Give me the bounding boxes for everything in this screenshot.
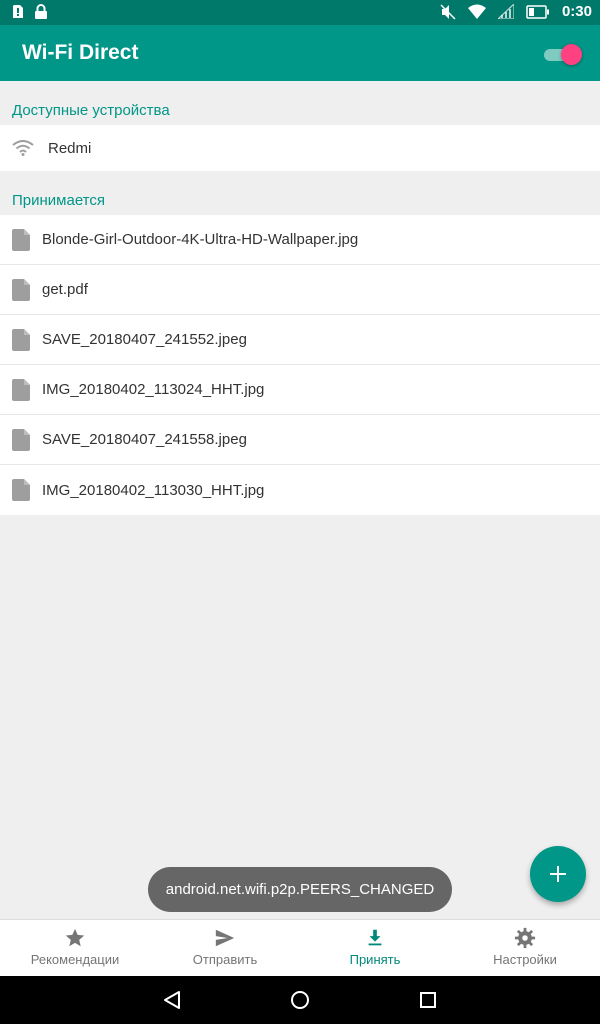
- devices-list: Redmi: [0, 125, 600, 171]
- star-icon: [65, 928, 85, 947]
- add-button[interactable]: [530, 846, 586, 902]
- device-label: Redmi: [48, 139, 92, 157]
- file-icon: [12, 228, 30, 251]
- file-name: IMG_20180402_113024_HHT.jpg: [42, 381, 265, 398]
- nav-label: Рекомендации: [30, 952, 120, 967]
- device-item-redmi[interactable]: Redmi: [0, 125, 600, 171]
- nav-item-receive[interactable]: Принять: [300, 920, 450, 976]
- status-time: 0:30: [561, 3, 592, 20]
- status-bar: 0:30: [0, 0, 600, 25]
- nav-item-recommendations[interactable]: Рекомендации: [0, 920, 150, 976]
- send-icon: [215, 929, 235, 947]
- nav-label: Отправить: [192, 952, 258, 967]
- home-icon: [291, 991, 309, 1009]
- wifi-icon: [12, 140, 34, 156]
- mute-icon: [440, 3, 456, 20]
- file-name: Blonde-Girl-Outdoor-4K-Ultra-HD-Wallpape…: [42, 231, 359, 248]
- back-button[interactable]: [160, 988, 184, 1012]
- nav-item-settings[interactable]: Настройки: [450, 920, 600, 976]
- toast-message: android.net.wifi.p2p.PEERS_CHANGED: [148, 867, 452, 912]
- file-icon: [12, 278, 30, 301]
- gear-icon: [514, 927, 536, 949]
- list-item[interactable]: Blonde-Girl-Outdoor-4K-Ultra-HD-Wallpape…: [0, 215, 600, 265]
- page-title: Wi-Fi Direct: [22, 41, 139, 64]
- plus-icon: [550, 866, 566, 882]
- recents-button[interactable]: [416, 988, 440, 1012]
- file-icon: [12, 479, 30, 501]
- file-icon: [12, 328, 30, 351]
- nav-label: Настройки: [493, 952, 557, 967]
- list-item[interactable]: IMG_20180402_113024_HHT.jpg: [0, 365, 600, 415]
- list-item[interactable]: SAVE_20180407_241552.jpeg: [0, 315, 600, 365]
- list-item[interactable]: IMG_20180402_113030_HHT.jpg: [0, 465, 600, 515]
- bottom-navigation: Рекомендации Отправить Принять Настройки: [0, 919, 600, 976]
- file-icon: [12, 428, 30, 451]
- nav-label: Принять: [349, 952, 401, 967]
- home-button[interactable]: [288, 988, 312, 1012]
- toggle-thumb: [561, 44, 582, 65]
- signal-icon: [497, 4, 514, 19]
- file-name: IMG_20180402_113030_HHT.jpg: [42, 481, 265, 499]
- receiving-list: Blonde-Girl-Outdoor-4K-Ultra-HD-Wallpape…: [0, 215, 600, 515]
- back-icon: [164, 991, 180, 1009]
- wifi-icon: [467, 4, 486, 19]
- battery-icon: [526, 4, 549, 19]
- receiving-section-header: Принимается: [12, 192, 105, 209]
- system-navigation-bar: [0, 976, 600, 1024]
- list-item[interactable]: SAVE_20180407_241558.jpeg: [0, 415, 600, 465]
- lock-icon: [35, 4, 47, 19]
- file-name: SAVE_20180407_241558.jpeg: [42, 431, 247, 448]
- download-icon: [368, 929, 382, 946]
- file-name: get.pdf: [42, 281, 88, 298]
- nav-item-send[interactable]: Отправить: [150, 920, 300, 976]
- file-icon: [12, 378, 30, 401]
- recents-icon: [420, 992, 436, 1008]
- devices-section-header: Доступные устройства: [12, 102, 170, 119]
- alert-icon: [13, 5, 23, 18]
- app-bar: Wi-Fi Direct: [0, 25, 600, 81]
- wifi-direct-toggle[interactable]: [544, 44, 582, 65]
- list-item[interactable]: get.pdf: [0, 265, 600, 315]
- file-name: SAVE_20180407_241552.jpeg: [42, 331, 247, 348]
